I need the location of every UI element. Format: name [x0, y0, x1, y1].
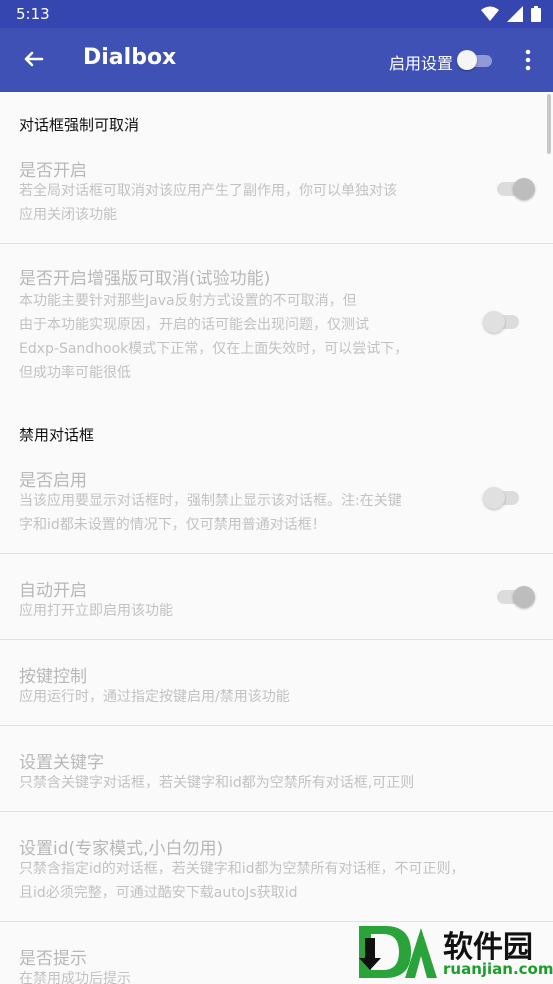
- battery-icon: [531, 6, 541, 22]
- divider: [0, 639, 553, 640]
- app-bar: Dialbox 启用设置: [0, 28, 553, 92]
- pref-summary-line: 但成功率可能很低: [19, 365, 131, 381]
- pref-summary-line: 且id必须完整，可通过酷安下载autoJs获取id: [19, 885, 298, 901]
- download-logo-icon: [359, 926, 437, 978]
- pref-enable-switch[interactable]: [495, 177, 535, 201]
- pref-summary-line: 应用运行时，通过指定按键启用/禁用该功能: [19, 689, 290, 705]
- divider: [0, 243, 553, 244]
- divider: [0, 811, 553, 812]
- divider: [0, 725, 553, 726]
- section-header-dialog-cancelable: 对话框强制可取消: [19, 116, 140, 134]
- page-title: Dialbox: [83, 45, 177, 70]
- watermark-logo: 软件园 ruanjian.com: [355, 920, 553, 984]
- pref-key-control[interactable]: 按键控制 应用运行时，通过指定按键启用/禁用该功能: [0, 650, 553, 724]
- pref-set-id[interactable]: 设置id(专家模式,小白勿用) 只禁含指定id的对话框，若关键字和id都为空禁所…: [0, 822, 553, 918]
- pref-disable-enable-switch[interactable]: [483, 486, 523, 510]
- pref-summary-line: 当该应用要显示对话框时，强制禁止显示该对话框。注:在关键: [19, 493, 402, 509]
- pref-summary-line: 若全局对话框可取消对该应用产生了副作用，你可以单独对该: [19, 183, 397, 199]
- pref-enhanced-switch[interactable]: [483, 310, 523, 334]
- pref-summary-line: 应用打开立即启用该功能: [19, 603, 173, 619]
- back-arrow-icon[interactable]: [18, 46, 46, 74]
- pref-summary-line: 只禁含指定id的对话框，若关键字和id都为空禁所有对话框，不可正则，: [19, 861, 465, 877]
- scrollbar[interactable]: [547, 94, 551, 154]
- wifi-icon: [481, 6, 499, 21]
- pref-summary-line: 只禁含关键字对话框，若关键字和id都为空禁所有对话框,可正则: [19, 775, 415, 791]
- pref-summary-line: 由于本功能实现原因，开启的话可能会出现问题，仅测试: [19, 317, 369, 333]
- pref-enhanced[interactable]: 是否开启增强版可取消(试验功能) 本功能主要针对那些Java反射方式设置的不可取…: [0, 254, 553, 384]
- status-bar: 5:13: [0, 0, 553, 28]
- status-time: 5:13: [16, 5, 50, 23]
- preferences-list[interactable]: 对话框强制可取消 是否开启 若全局对话框可取消对该应用产生了副作用，你可以单独对…: [0, 92, 553, 984]
- more-options-icon[interactable]: [518, 46, 538, 74]
- pref-set-keyword[interactable]: 设置关键字 只禁含关键字对话框，若关键字和id都为空禁所有对话框,可正则: [0, 736, 553, 810]
- watermark-url: ruanjian.com: [443, 960, 553, 978]
- pref-disable-enable[interactable]: 是否启用 当该应用要显示对话框时，强制禁止显示该对话框。注:在关键 字和id都未…: [0, 460, 553, 552]
- signal-icon: [507, 6, 523, 22]
- pref-auto-start-switch[interactable]: [495, 585, 535, 609]
- pref-summary-line: 应用关闭该功能: [19, 207, 117, 223]
- pref-title: 是否开启增强版可取消(试验功能): [19, 269, 271, 289]
- pref-summary-line: 字和id都未设置的情况下，仅可禁用普通对话框！: [19, 517, 326, 533]
- pref-auto-start[interactable]: 自动开启 应用打开立即启用该功能: [0, 564, 553, 638]
- enable-settings-label: 启用设置: [389, 54, 454, 73]
- pref-summary-line: Edxp-Sandhook模式下正常，仅在上面失效时，可以尝试下，: [19, 341, 409, 357]
- enable-settings-switch[interactable]: [457, 50, 493, 70]
- pref-enable[interactable]: 是否开启 若全局对话框可取消对该应用产生了副作用，你可以单独对该 应用关闭该功能: [0, 150, 553, 242]
- section-header-disable-dialog: 禁用对话框: [19, 426, 95, 444]
- pref-summary-line: 本功能主要针对那些Java反射方式设置的不可取消，但: [19, 293, 357, 309]
- pref-summary-line: 在禁用成功后提示: [19, 971, 131, 984]
- divider: [0, 553, 553, 554]
